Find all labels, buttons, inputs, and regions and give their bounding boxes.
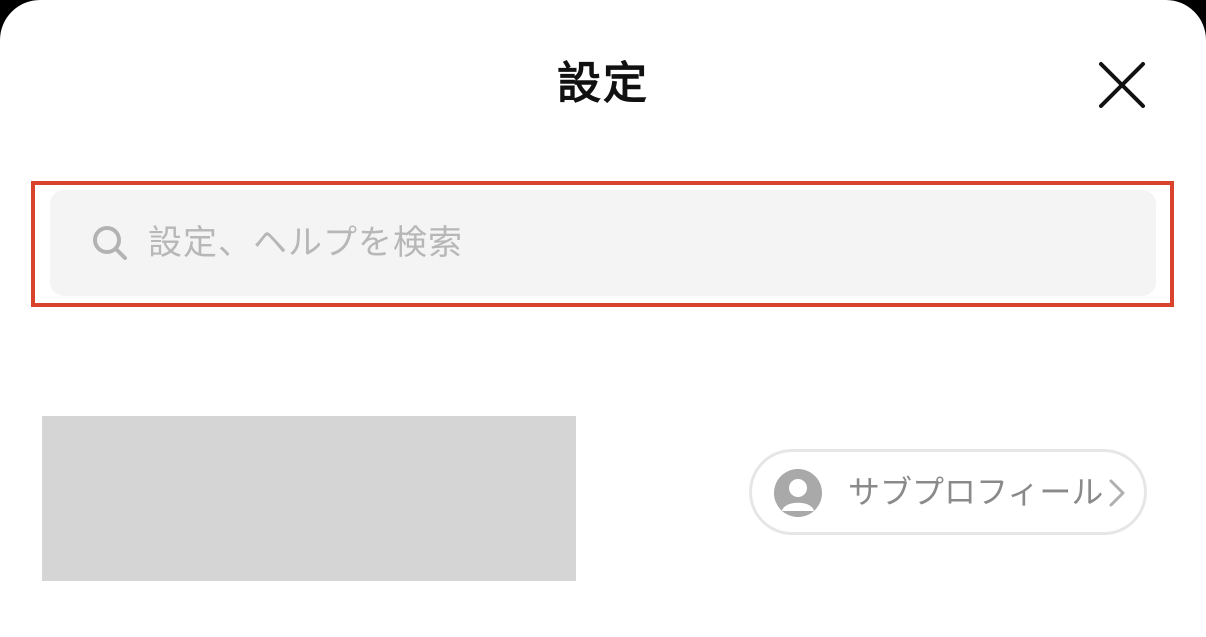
- subprofile-button[interactable]: サブプロフィール: [749, 449, 1147, 535]
- chevron-right-icon: [1106, 478, 1128, 508]
- settings-sheet: 設定 設定、ヘルプを検索 サブプロフィール: [0, 0, 1206, 637]
- avatar-icon: [774, 469, 822, 517]
- search-icon: [90, 223, 130, 263]
- search-input[interactable]: 設定、ヘルプを検索: [50, 190, 1156, 296]
- page-title: 設定: [557, 58, 649, 109]
- profile-banner-image: [42, 416, 576, 581]
- search-placeholder: 設定、ヘルプを検索: [148, 223, 463, 263]
- close-button[interactable]: [1092, 55, 1152, 115]
- subprofile-label: サブプロフィール: [848, 473, 1104, 511]
- close-icon: [1099, 62, 1145, 108]
